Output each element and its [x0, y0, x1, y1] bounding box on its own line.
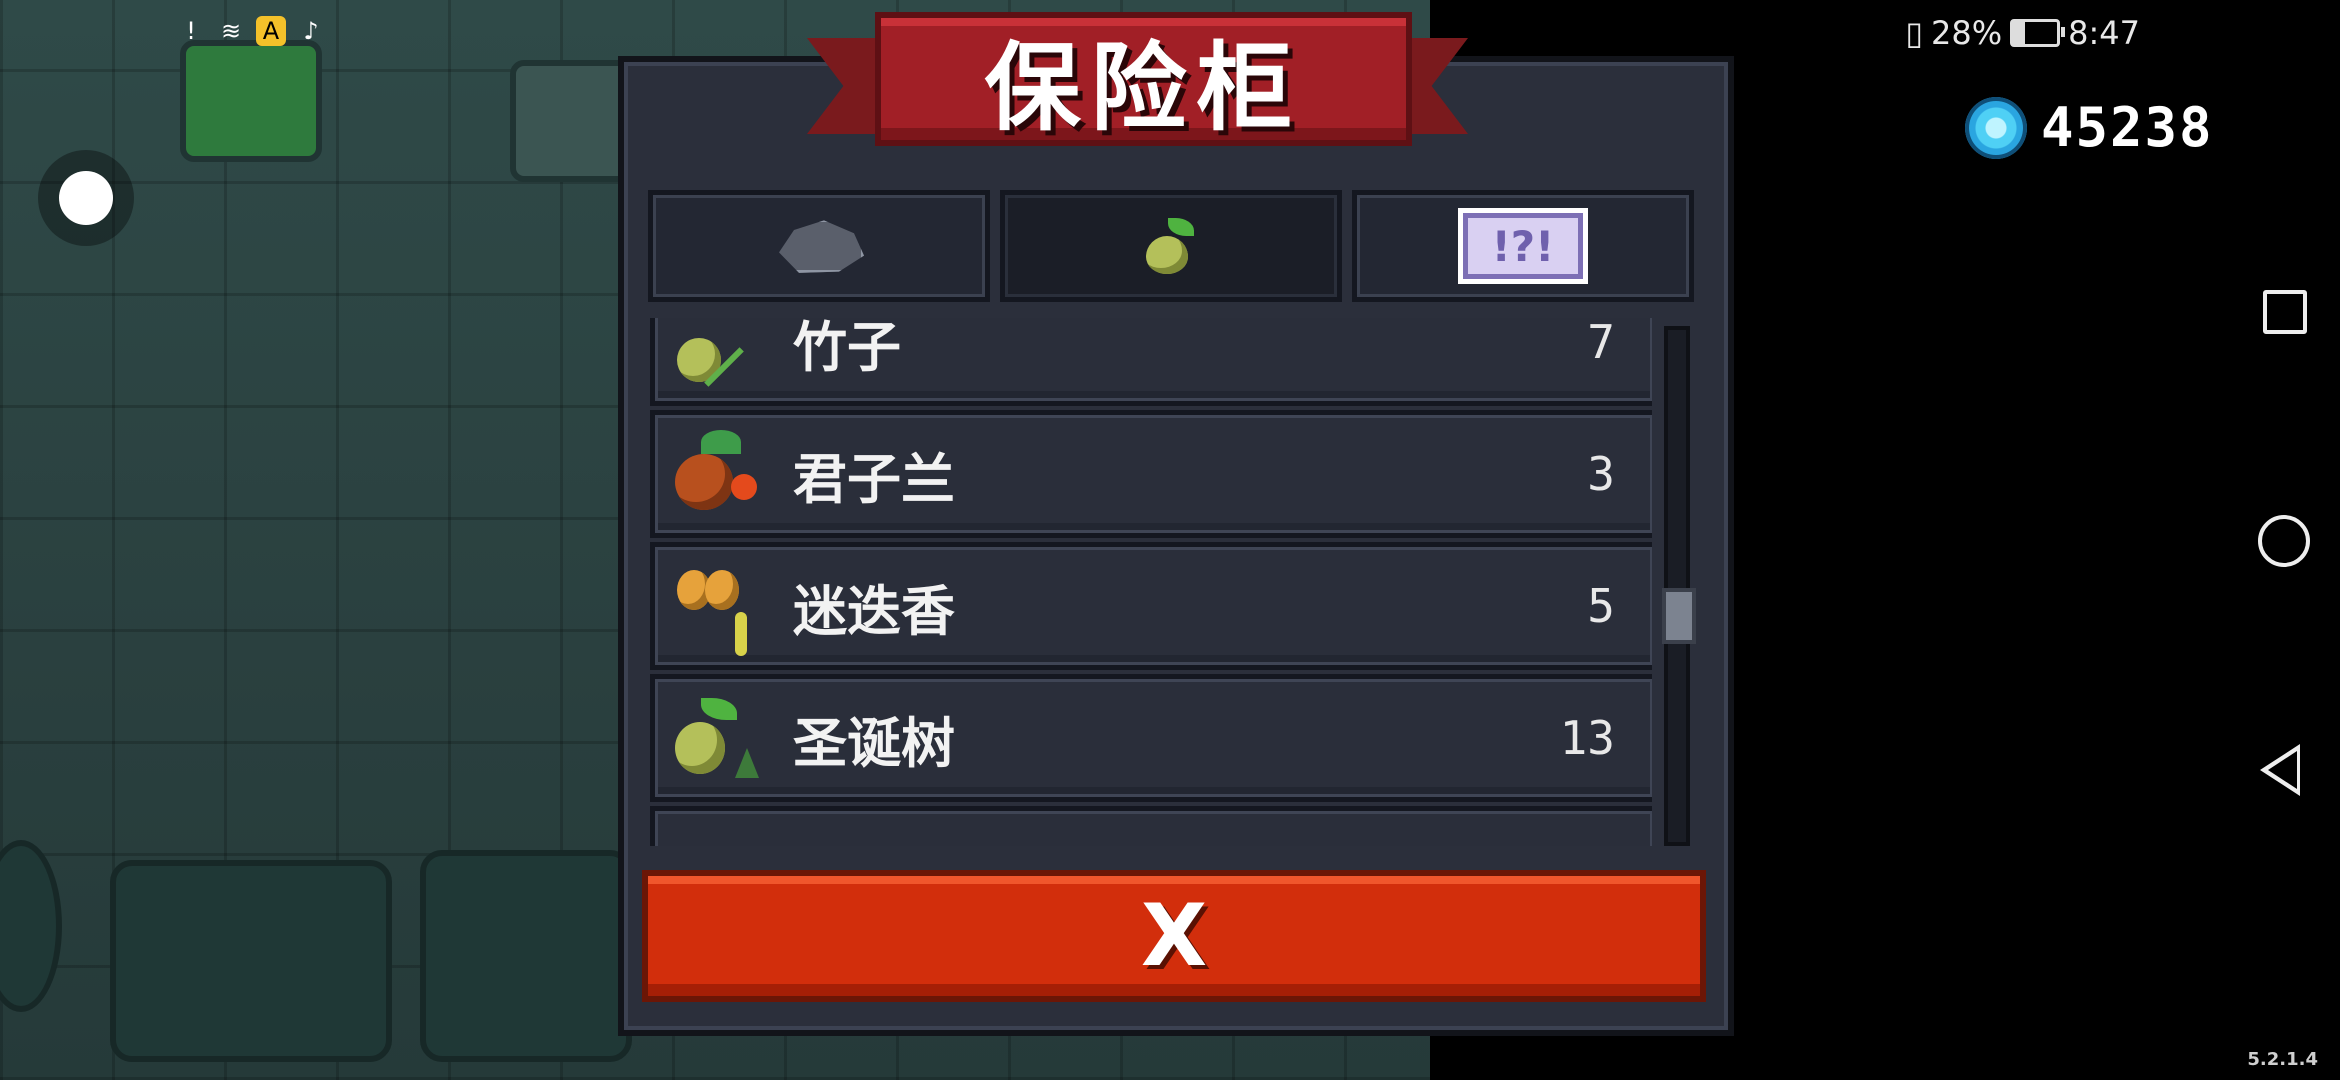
list-item[interactable]: 圣诞树 13: [650, 674, 1652, 802]
app-yellow-icon: A: [256, 16, 286, 46]
version-label: 5.2.1.4: [2247, 1049, 2318, 1070]
tab-materials[interactable]: [648, 190, 990, 302]
battery-icon: [2010, 19, 2066, 47]
item-name: 竹子: [793, 318, 901, 379]
list-item[interactable]: 君子兰 3: [650, 410, 1652, 538]
recent-apps-button[interactable]: [2263, 290, 2307, 334]
joystick-knob[interactable]: [59, 171, 113, 225]
lab-pod: [420, 850, 632, 1062]
ore-icon: [779, 220, 864, 273]
scrollbar-thumb[interactable]: [1662, 588, 1696, 644]
list-item[interactable]: 竹子 7: [650, 318, 1652, 406]
title-banner: 保险柜: [807, 12, 1468, 146]
clivia-icon: [671, 424, 771, 524]
status-icons: ! ≋ A ♪: [176, 16, 326, 46]
item-count: 3: [1587, 447, 1615, 501]
gem-counter: 45238: [1965, 96, 2214, 159]
lab-tank: [0, 840, 62, 1012]
item-name: 君子兰: [793, 447, 955, 511]
tiktok-icon: ♪: [303, 17, 319, 45]
lab-pod: [110, 860, 392, 1062]
battery-percent: 28%: [1931, 14, 2003, 52]
vending-machine: [510, 60, 632, 182]
item-name: 迷迭香: [793, 579, 955, 643]
wifi-icon: ≋: [220, 17, 242, 45]
item-list[interactable]: 竹子 7 君子兰 3 迷迭香 5 圣诞树 13: [650, 318, 1652, 846]
terminal-machine: [180, 40, 322, 162]
blue-gem-icon: [1965, 96, 2027, 159]
gem-count: 45238: [2041, 96, 2214, 159]
item-name: 圣诞树: [793, 711, 955, 775]
rosemary-icon: [671, 556, 771, 656]
vibrate-icon: ▯: [1905, 14, 1924, 52]
list-item[interactable]: 迷迭香 5: [650, 542, 1652, 670]
close-icon: X: [1140, 886, 1208, 986]
scrollbar-track[interactable]: [1664, 326, 1690, 846]
seed-icon: [1146, 218, 1196, 274]
status-bar-right: ▯ 28% 8:47: [1905, 14, 2140, 52]
alert-icon: !: [186, 17, 196, 45]
christmas-tree-seed-icon: [671, 688, 771, 788]
item-count: 5: [1587, 579, 1615, 633]
home-button[interactable]: [2258, 515, 2310, 567]
bamboo-seed-icon: [671, 318, 771, 392]
list-item[interactable]: [650, 806, 1652, 846]
item-count: 13: [1559, 711, 1615, 765]
dialog-title: 保险柜: [984, 31, 1303, 144]
close-button[interactable]: X: [642, 870, 1706, 1002]
joystick[interactable]: [38, 150, 134, 246]
back-button[interactable]: [2260, 744, 2300, 796]
clock: 8:47: [2068, 14, 2140, 52]
item-count: 7: [1587, 318, 1615, 369]
tab-tickets[interactable]: !?!: [1352, 190, 1694, 302]
tab-seeds[interactable]: [1000, 190, 1342, 302]
category-tabs: !?!: [648, 190, 1694, 302]
ticket-icon: !?!: [1458, 208, 1588, 284]
